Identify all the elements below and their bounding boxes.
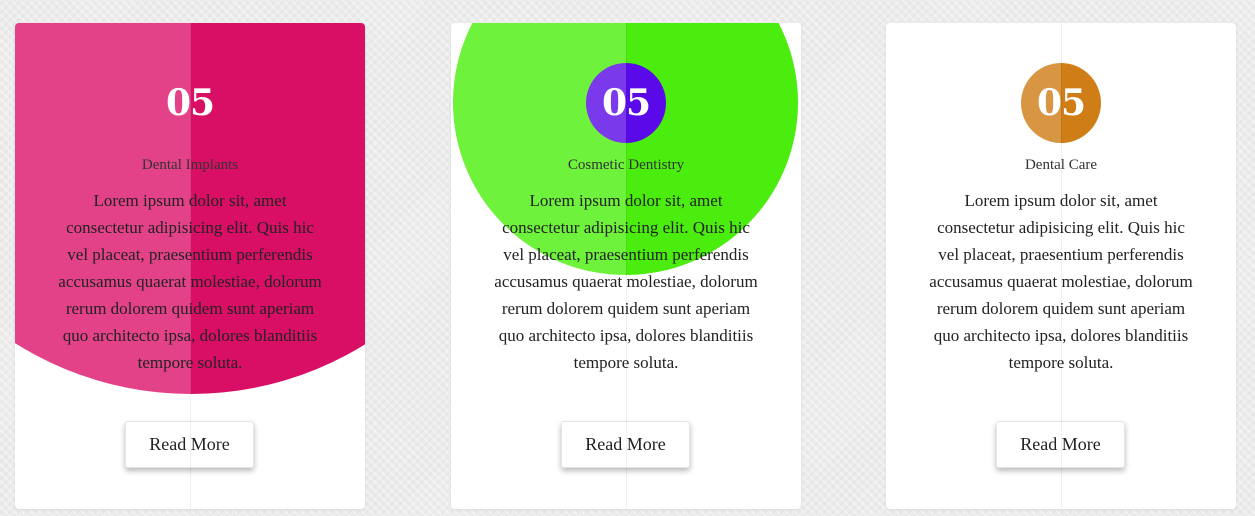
card-number: 05 <box>601 82 651 124</box>
read-more-button[interactable]: Read More <box>561 421 690 468</box>
card-description: Lorem ipsum dolor sit, amet consectetur … <box>494 191 758 372</box>
card-description: Lorem ipsum dolor sit, amet consectetur … <box>929 191 1193 372</box>
card-title: Dental Care <box>1024 157 1098 173</box>
service-card-cosmetic-dentistry: 05 Cosmetic Dentistry Lorem ipsum dolor … <box>451 23 801 509</box>
card-title: Cosmetic Dentistry <box>567 157 685 173</box>
card-description: Lorem ipsum dolor sit, amet consectetur … <box>58 191 322 372</box>
service-card-dental-care: 05 Dental Care Lorem ipsum dolor sit, am… <box>886 23 1236 509</box>
number-badge: 05 <box>1021 63 1101 143</box>
read-more-button[interactable]: Read More <box>125 421 254 468</box>
card-number: 05 <box>165 82 215 124</box>
card-title: Dental Implants <box>141 157 239 173</box>
number-badge: 05 <box>586 63 666 143</box>
service-card-dental-implants: 05 Dental Implants Lorem ipsum dolor sit… <box>15 23 365 509</box>
card-number: 05 <box>1036 82 1086 124</box>
number-badge: 05 <box>150 63 230 143</box>
read-more-button[interactable]: Read More <box>996 421 1125 468</box>
